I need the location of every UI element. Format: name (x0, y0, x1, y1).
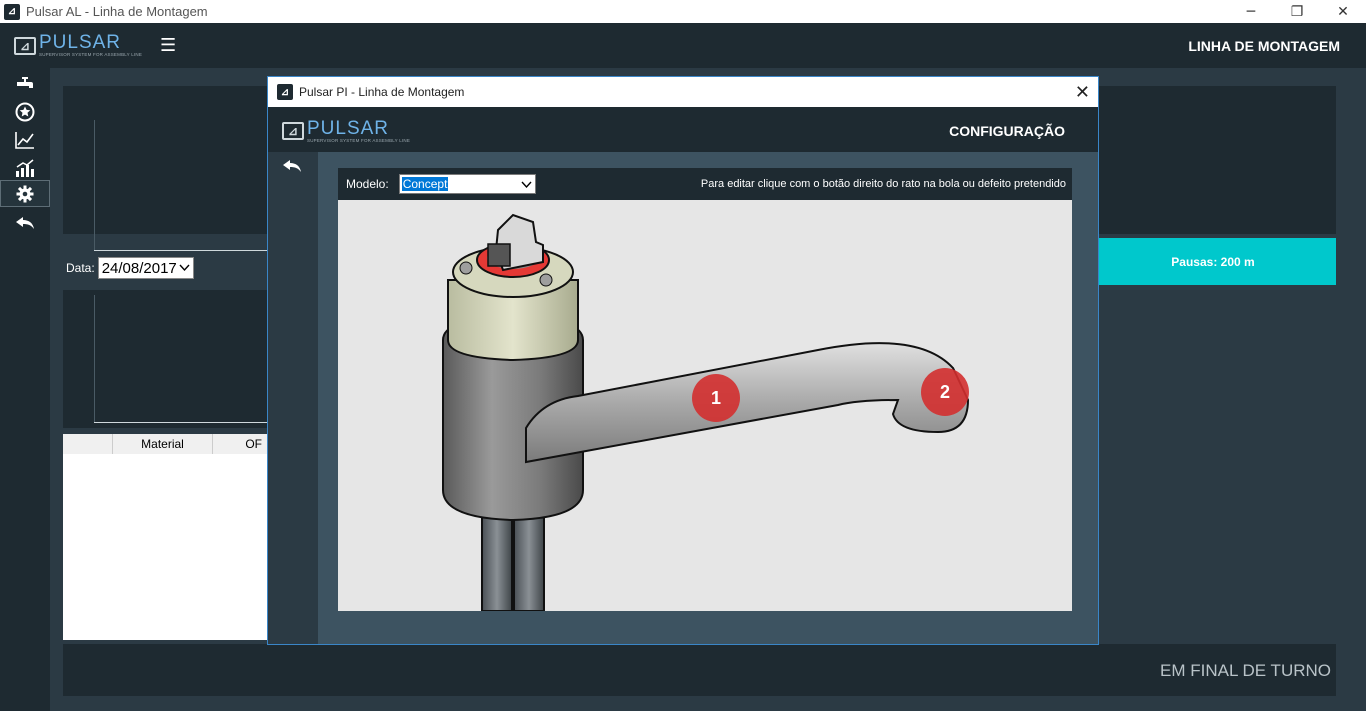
logo-name: PULSAR (39, 32, 122, 54)
sidebar-item-production[interactable] (0, 70, 50, 97)
footer-status-bar: EM FINAL DE TURNO (63, 644, 1336, 696)
logo-tagline: SUPERVISOR SYSTEM FOR ASSEMBLY LINE (39, 52, 143, 58)
middle-chart-axis-v (94, 295, 95, 423)
dialog-titlebar: ⊿ Pulsar PI - Linha de Montagem ✕ (268, 77, 1098, 107)
page-title: LINHA DE MONTAGEM (1188, 38, 1340, 54)
pausas-indicator: Pausas: 200 m (1090, 238, 1336, 285)
app-header: ⊿ PULSAR SUPERVISOR SYSTEM FOR ASSEMBLY … (0, 23, 1366, 68)
middle-chart-axis-h (94, 422, 268, 423)
app-logo-icon: ⊿ (277, 84, 293, 100)
sidebar-item-quality[interactable] (0, 98, 50, 125)
dialog-window-title: Pulsar PI - Linha de Montagem (299, 85, 465, 99)
modelo-value: Concept (401, 177, 449, 191)
column-header-blank[interactable] (63, 434, 113, 454)
hamburger-icon[interactable]: ☰ (160, 35, 176, 56)
logo-tagline: SUPERVISOR SYSTEM FOR ASSEMBLY LINE (307, 138, 411, 143)
dialog-back-button[interactable] (282, 158, 302, 179)
sidebar-item-back[interactable] (0, 209, 50, 236)
sidebar (0, 68, 50, 711)
pulsar-logo: ⊿ PULSAR SUPERVISOR SYSTEM FOR ASSEMBLY … (14, 33, 142, 58)
dialog-title: CONFIGURAÇÃO (949, 123, 1065, 139)
configuration-dialog: ⊿ Pulsar PI - Linha de Montagem ✕ ⊿ PULS… (267, 76, 1099, 645)
dialog-content: Modelo: Concept Para editar clique com o… (318, 152, 1098, 644)
modelo-label: Modelo: (346, 177, 389, 191)
date-picker[interactable]: 24/08/2017 (97, 257, 194, 279)
gear-icon (16, 185, 34, 202)
logo-name: PULSAR (307, 118, 390, 139)
restore-button[interactable]: ❐ (1274, 0, 1320, 23)
chart-axis-horizontal (94, 250, 268, 251)
dialog-header: ⊿ PULSAR SUPERVISOR SYSTEM FOR ASSEMBLY … (268, 107, 1098, 152)
column-header-of[interactable]: OF (213, 434, 268, 454)
app-logo-icon: ⊿ (4, 3, 20, 20)
chevron-down-icon (179, 264, 190, 272)
defect-marker-1-label: 1 (711, 388, 721, 408)
back-arrow-icon (283, 160, 301, 172)
minimize-button[interactable]: ─ (1228, 0, 1274, 23)
logo-mark-icon: ⊿ (282, 122, 304, 141)
pulsar-logo: ⊿ PULSAR SUPERVISOR SYSTEM FOR ASSEMBLY … (282, 119, 410, 144)
faucet-icon (17, 76, 33, 88)
os-titlebar: ⊿ Pulsar AL - Linha de Montagem ─ ❐ ✕ (0, 0, 1366, 23)
close-window-button[interactable]: ✕ (1320, 0, 1366, 23)
date-filter: Data: 24/08/2017 (66, 257, 194, 279)
table-header: Material OF (63, 434, 268, 454)
os-window-title: Pulsar AL - Linha de Montagem (26, 4, 208, 19)
orders-table-body (63, 454, 268, 640)
line-chart-icon (15, 131, 34, 149)
faucet-image-area[interactable]: 1 2 (338, 200, 1072, 611)
sidebar-item-growth[interactable] (0, 154, 50, 181)
dialog-sidebar (268, 152, 318, 644)
sidebar-item-settings[interactable] (0, 180, 50, 207)
modelo-select[interactable]: Concept (398, 174, 536, 194)
chart-axis-vertical (94, 120, 95, 250)
logo-mark-icon: ⊿ (14, 36, 36, 55)
model-toolbar: Modelo: Concept Para editar clique com o… (338, 168, 1072, 200)
sidebar-item-charts[interactable] (0, 126, 50, 153)
defect-marker-2-label: 2 (940, 382, 950, 402)
window-controls: ─ ❐ ✕ (1228, 0, 1366, 23)
shift-status: EM FINAL DE TURNO (1160, 661, 1331, 680)
close-icon[interactable]: ✕ (1075, 82, 1090, 103)
date-label: Data: (66, 261, 95, 275)
edit-hint: Para editar clique com o botão direito d… (700, 178, 1066, 190)
star-circle-icon (15, 102, 35, 121)
back-arrow-icon (16, 216, 34, 229)
column-header-material[interactable]: Material (113, 434, 213, 454)
date-value: 24/08/2017 (101, 259, 177, 277)
chevron-down-icon (521, 181, 532, 189)
growth-chart-icon (16, 158, 34, 177)
defect-marker-1[interactable]: 1 (691, 373, 741, 423)
defect-marker-2[interactable]: 2 (920, 367, 970, 417)
